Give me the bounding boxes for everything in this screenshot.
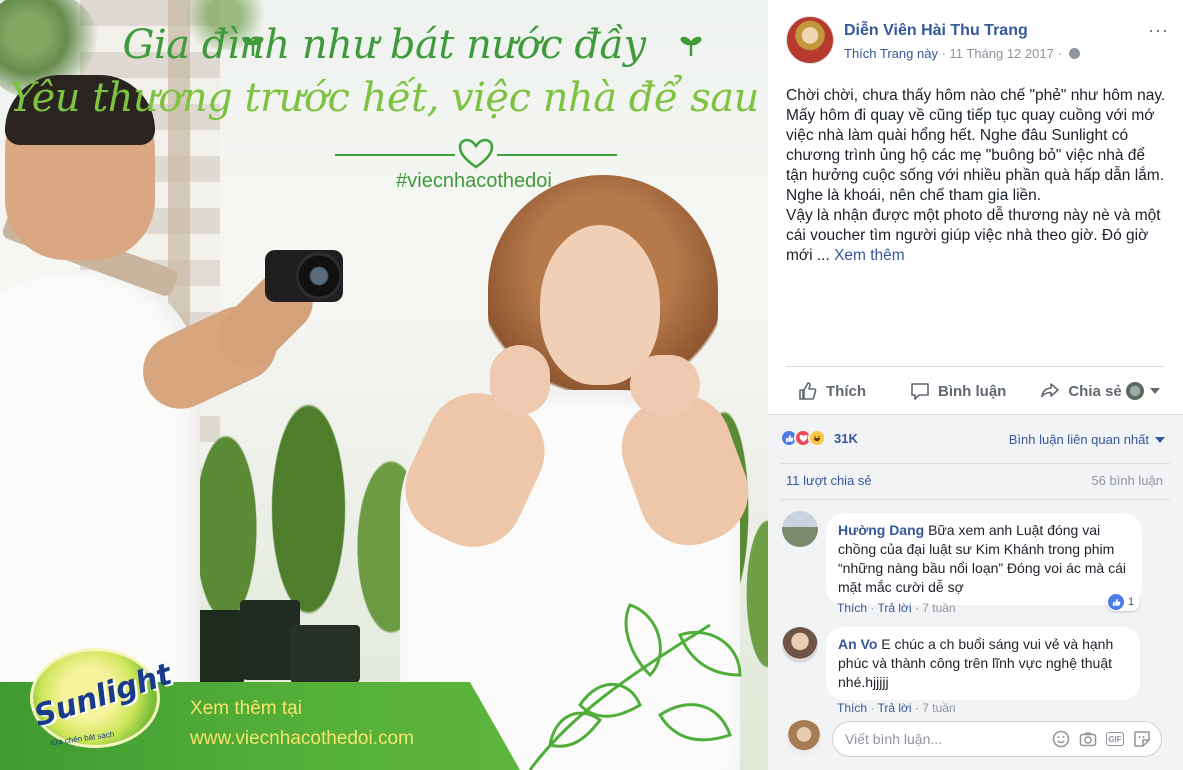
- sticker-icon[interactable]: [1133, 730, 1151, 748]
- caret-down-icon: [1155, 436, 1165, 443]
- like-button[interactable]: Thích: [798, 381, 866, 401]
- comment-actions: Thích · Trả lời · 7 tuần: [837, 601, 956, 615]
- divider: [786, 366, 1164, 367]
- photo-hashtag: #viecnhacothedoi: [396, 170, 552, 192]
- divider: [780, 463, 1170, 464]
- sprout-icon: [680, 36, 702, 56]
- comment-time[interactable]: 7 tuần: [922, 701, 955, 715]
- comment-button[interactable]: Bình luận: [910, 381, 1006, 401]
- photo-headline: Gia đình như bát nước đầy: [122, 22, 646, 68]
- caret-down-icon: [1150, 388, 1160, 394]
- page-name-link[interactable]: Diễn Viên Hài Thu Trang: [844, 22, 1028, 40]
- commenter-avatar[interactable]: [782, 511, 818, 547]
- like-reaction-icon: [1108, 594, 1124, 610]
- divider: [780, 499, 1170, 500]
- post-paragraph: Vậy là nhận được một photo dễ thương này…: [786, 207, 1161, 264]
- viewer-avatar: [786, 720, 822, 756]
- viewer-avatar: [1126, 382, 1144, 400]
- camera-lens: [296, 252, 342, 300]
- comment-text: E chúc a ch buổi sáng vui vẻ và hạnh phú…: [838, 636, 1114, 690]
- comment-like-link[interactable]: Thích: [837, 701, 867, 715]
- comment-composer[interactable]: GIF: [832, 721, 1162, 757]
- share-button[interactable]: Chia sẻ: [1040, 381, 1122, 401]
- leaf-outline-art: [528, 603, 742, 770]
- comment-like-count[interactable]: 1: [1106, 593, 1141, 611]
- comment-input[interactable]: [845, 722, 1045, 756]
- comment-like-link[interactable]: Thích: [837, 601, 867, 615]
- post-paragraph: Chời chời, chưa thấy hôm nào chế "phẻ" n…: [786, 87, 1166, 204]
- gif-icon[interactable]: GIF: [1106, 732, 1124, 746]
- heart-icon: [458, 138, 494, 169]
- camera-icon[interactable]: [1079, 730, 1097, 748]
- heart-divider: [335, 138, 617, 170]
- comment-reply-link[interactable]: Trả lời: [877, 601, 911, 615]
- post-text: Chời chời, chưa thấy hôm nào chế "phẻ" n…: [786, 86, 1166, 266]
- haha-reaction-icon: [808, 429, 826, 447]
- reaction-count[interactable]: 31K: [834, 431, 858, 446]
- page-avatar[interactable]: [786, 16, 834, 64]
- photo-subheadline: Yêu thương trước hết, việc nhà để sau: [9, 75, 759, 121]
- globe-icon[interactable]: [1069, 48, 1081, 59]
- shares-count-link[interactable]: 11 lượt chia sẻ: [786, 473, 872, 488]
- banner-url[interactable]: www.viecnhacothedoi.com: [190, 728, 414, 750]
- banner-see-more: Xem thêm tại: [190, 698, 302, 719]
- comment-sort-dropdown[interactable]: Bình luận liên quan nhất: [1009, 432, 1165, 447]
- comment-actions: Thích · Trả lời · 7 tuần: [837, 701, 956, 715]
- comment-bubble: An Vo E chúc a ch buổi sáng vui vẻ và hạ…: [826, 627, 1140, 700]
- plant-pot: [290, 625, 360, 685]
- more-options-button[interactable]: ···: [1148, 20, 1169, 41]
- post-actions: Thích Bình luận Chia sẻ: [786, 372, 1164, 410]
- post-meta: Thích Trang này · 11 Tháng 12 2017 ·: [844, 46, 1081, 61]
- viewer-switch-dropdown[interactable]: [1126, 382, 1160, 400]
- post-photo[interactable]: Gia đình như bát nước đầy Yêu thương trư…: [0, 0, 768, 770]
- follow-page-link[interactable]: Thích Trang này: [844, 46, 938, 61]
- comment-bubble: Hường Dang Bữa xem anh Luật đóng vai chồ…: [826, 513, 1142, 605]
- comment-time[interactable]: 7 tuần: [922, 601, 955, 615]
- share-icon: [1041, 383, 1060, 398]
- sunlight-logo: Sunlight rửa chén bát sạch: [20, 638, 176, 758]
- commenter-name[interactable]: An Vo: [838, 636, 877, 652]
- post-date[interactable]: 11 Tháng 12 2017: [950, 46, 1054, 61]
- comment-reply-link[interactable]: Trả lời: [877, 701, 911, 715]
- reactions-summary[interactable]: 31K: [780, 429, 858, 447]
- comment-icon: [911, 383, 929, 400]
- comment-count[interactable]: 56 bình luận: [1091, 473, 1163, 488]
- comments-area: 31K Bình luận liên quan nhất 11 lượt chi…: [768, 414, 1183, 770]
- commenter-name[interactable]: Hường Dang: [838, 522, 924, 538]
- woman-hand: [490, 345, 550, 415]
- emoji-icon[interactable]: [1052, 730, 1070, 748]
- thumbs-up-icon: [799, 382, 817, 400]
- see-more-link[interactable]: Xem thêm: [834, 247, 905, 264]
- woman-hand: [630, 355, 700, 415]
- commenter-avatar[interactable]: [782, 627, 818, 663]
- post-side-panel: Diễn Viên Hài Thu Trang Thích Trang này …: [768, 0, 1183, 770]
- composer-tools: GIF: [1052, 730, 1151, 748]
